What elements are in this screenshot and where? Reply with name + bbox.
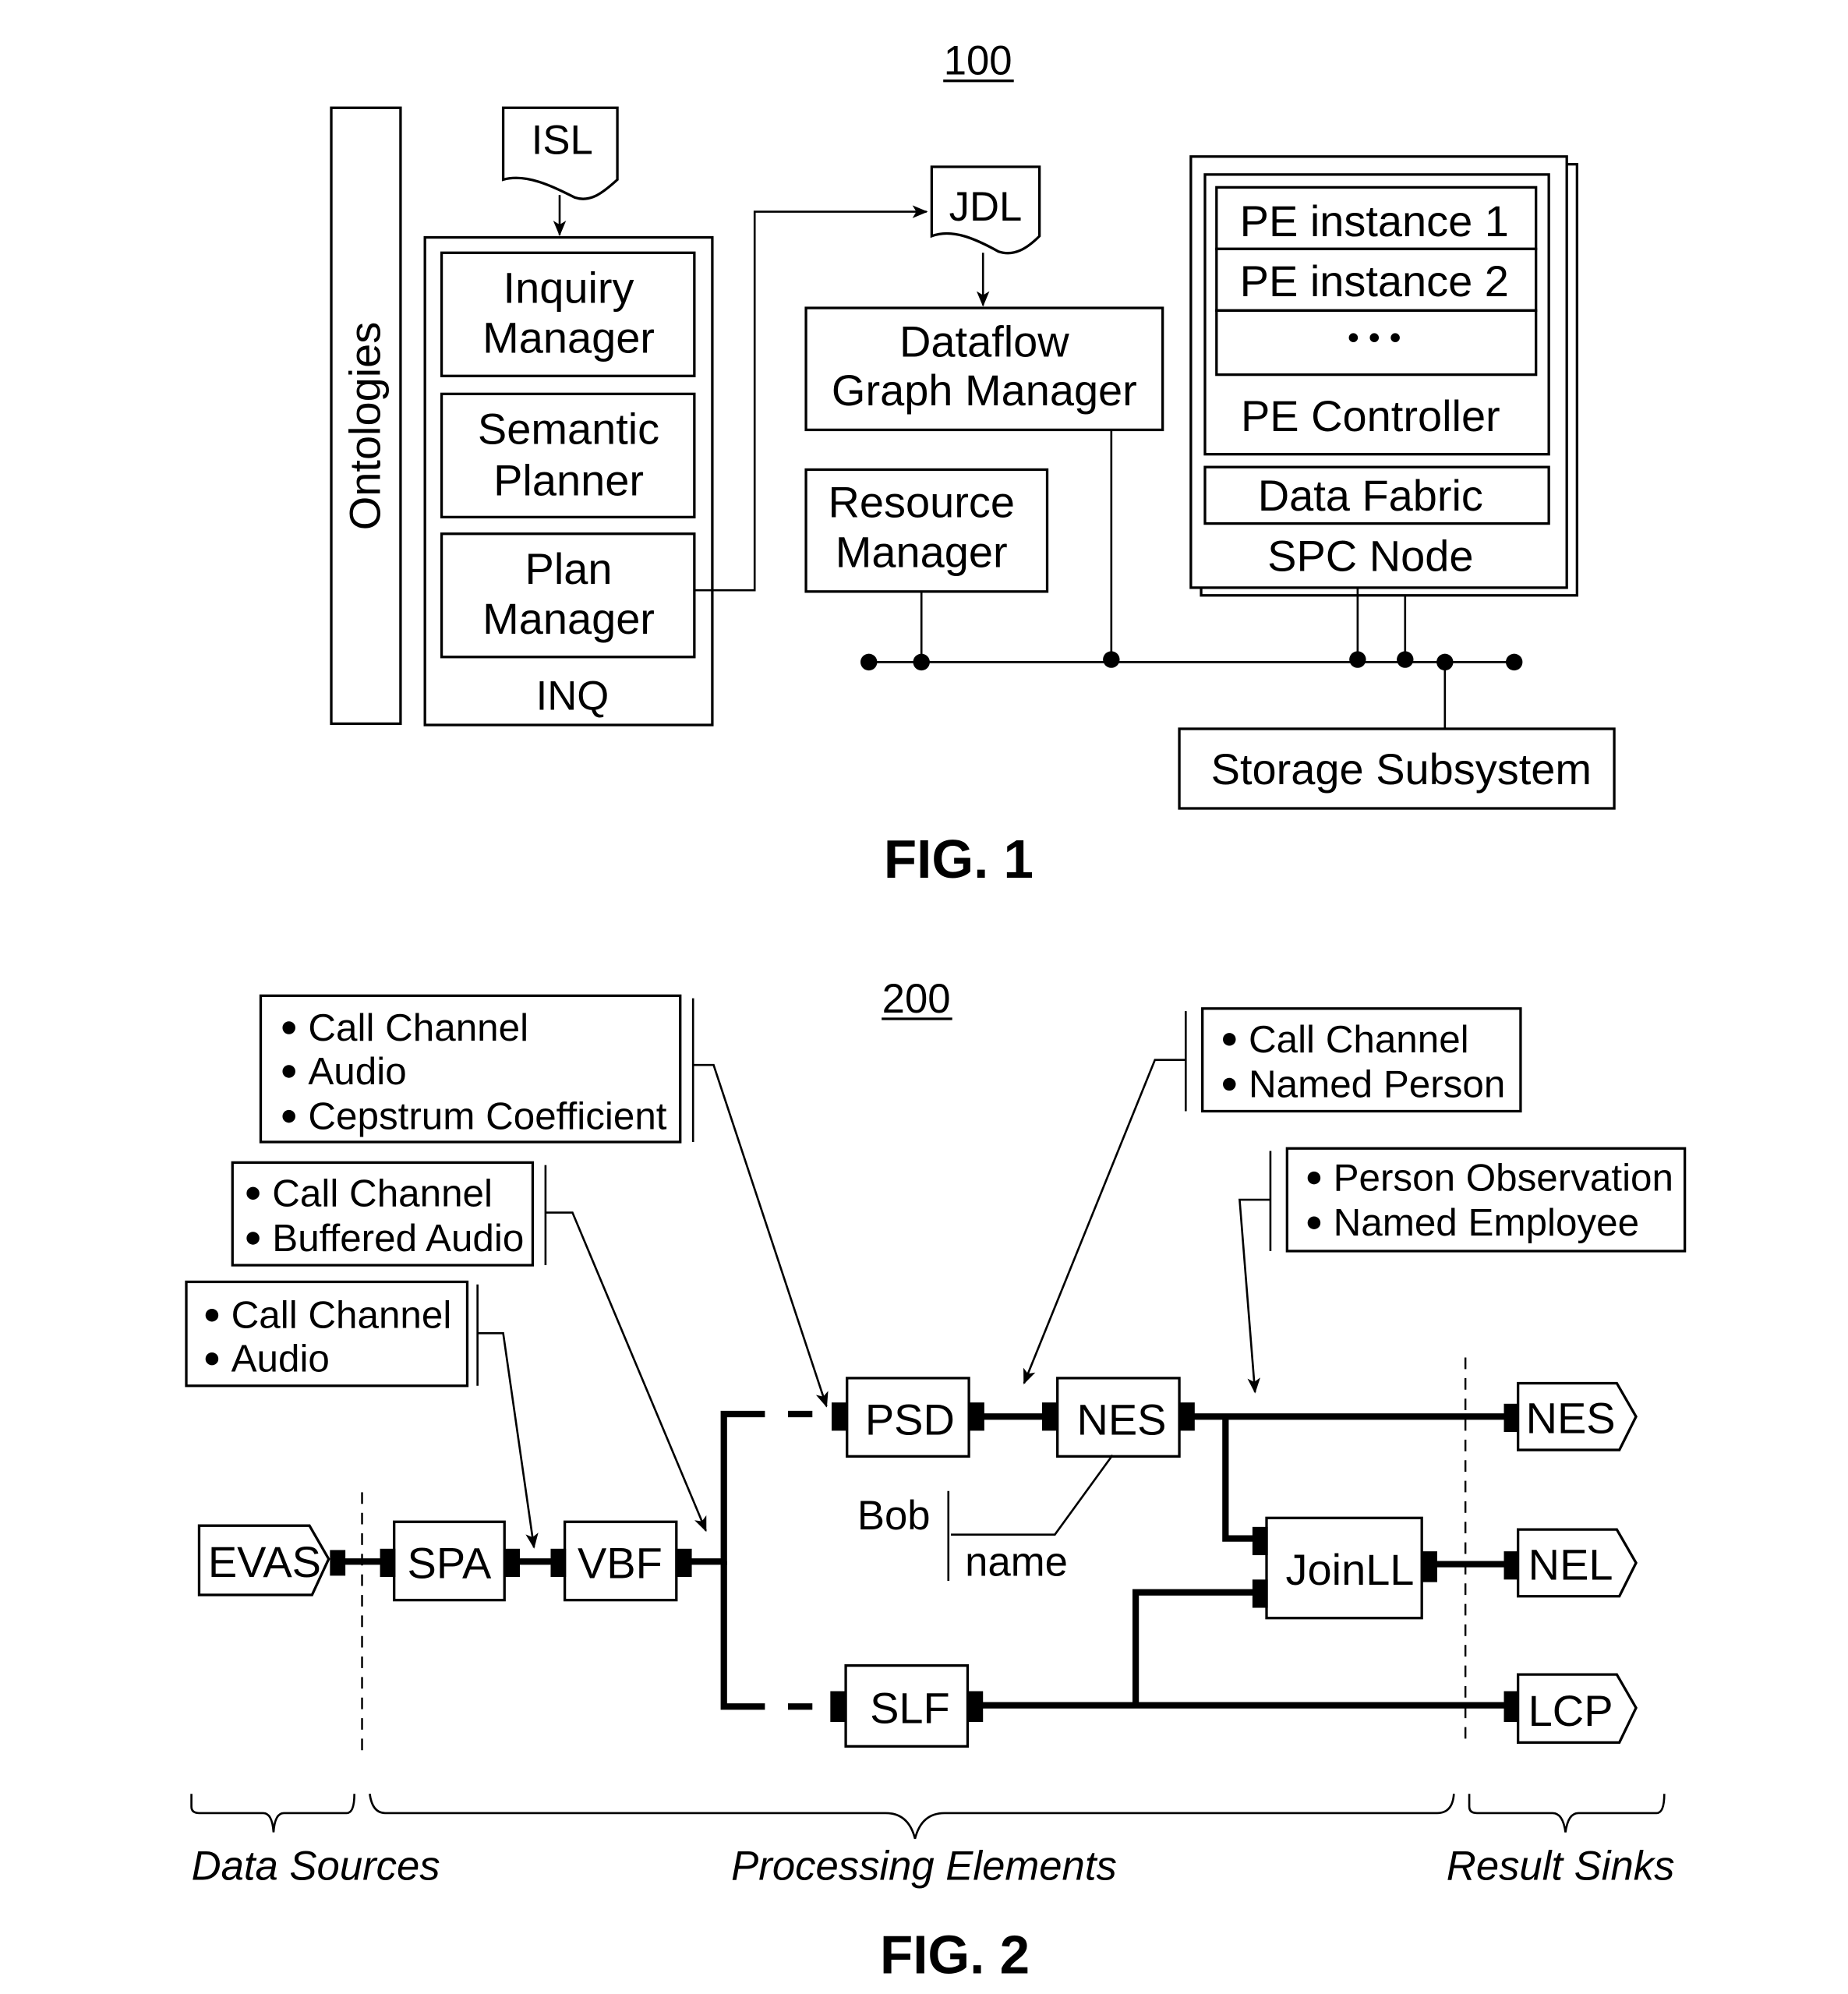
sink-label: NEL [1528,1540,1613,1589]
storage-subsystem-label: Storage Subsystem [1211,744,1592,794]
fig2: 200 Call Channel Audio Cepstrum Coeffici… [185,976,1687,1985]
jdl-label: JDL [949,184,1023,230]
name-label: name [965,1539,1068,1585]
pe-vbf: VBF [550,1520,692,1602]
dataflow-line2: Graph Manager [832,366,1137,415]
pe-label: PSD [865,1395,955,1444]
bus-node [1397,651,1414,668]
annotation-item: Buffered Audio [272,1217,524,1260]
fig1-ref-number: 100 [944,37,1012,83]
semantic-planner-line2: Planner [493,455,644,504]
ontologies-label: Ontologies [341,322,390,530]
patent-figures: 100 Ontologies ISL Inquiry Manager Seman… [185,37,1687,1985]
source-label: EVAS [208,1537,321,1586]
group-label-processing-elements: Processing Elements [731,1843,1117,1889]
semantic-planner-line1: Semantic [478,405,659,454]
sink-lcp: LCP [1503,1673,1638,1745]
plan-manager-line2: Manager [482,594,655,643]
group-label-result-sinks: Result Sinks [1447,1843,1675,1889]
annotation-item: Cepstrum Coefficient [308,1095,666,1138]
bus-node [1349,651,1366,668]
annotation-item: Audio [308,1050,406,1093]
brace-result-sinks [1468,1794,1666,1833]
sink-nes: NES [1503,1381,1638,1451]
bus-node [1505,653,1523,671]
pe-psd: PSD [831,1377,984,1458]
spc-node-label: SPC Node [1267,532,1473,581]
inq-label: INQ [536,673,610,719]
bus-node [1103,651,1120,668]
pe-label: NES [1076,1395,1166,1444]
plan-manager-line1: Plan [525,544,613,593]
isl-label: ISL [532,118,593,164]
pe-label: SLF [870,1684,950,1733]
dataflow-line1: Dataflow [899,317,1069,366]
spc-node: PE instance 1 PE instance 2 • • • PE Con… [1189,155,1578,597]
sink-label: NES [1526,1394,1616,1443]
fig2-caption: FIG. 2 [880,1925,1030,1985]
pe-spa: SPA [380,1520,520,1602]
annotation-item: Call Channel [1249,1018,1469,1061]
annotation-item: Person Observation [1334,1157,1673,1200]
brace-processing-elements [369,1794,1455,1840]
pe-controller-label: PE Controller [1241,391,1500,440]
fig1-caption: FIG. 1 [884,829,1034,889]
pe-label: VBF [578,1539,663,1588]
annotation-item: Named Employee [1334,1201,1639,1244]
pe-nes: NES [1041,1377,1195,1458]
source-evas: EVAS [197,1524,346,1596]
pe-instance-2-label: PE instance 2 [1240,256,1509,306]
resource-manager-line1: Resource [828,477,1014,526]
pe-instance-ellipsis: • • • [1348,320,1401,357]
pe-joinll: JoinLL [1252,1516,1437,1620]
annotation-item: Call Channel [272,1172,493,1214]
annotation-item: Call Channel [231,1294,452,1337]
brace-data-sources [190,1794,355,1833]
fig1: 100 Ontologies ISL Inquiry Manager Seman… [330,37,1616,889]
annotation-item: Call Channel [308,1006,528,1049]
annotation-audio: Call Channel Audio [185,1280,539,1549]
pe-instance-1-label: PE instance 1 [1240,196,1509,246]
bob-label: Bob [857,1493,931,1539]
annotation-employee: Person Observation Named Employee [1238,1147,1687,1394]
data-fabric-label: Data Fabric [1258,471,1483,520]
pe-slf: SLF [830,1663,984,1748]
bus-node [1436,653,1454,671]
fig2-ref-number: 200 [882,976,951,1022]
resource-manager-line2: Manager [836,528,1008,577]
bus-node [913,653,930,671]
pe-label: SPA [408,1539,492,1588]
annotation-item: Audio [231,1338,330,1381]
annotation-item: Named Person [1249,1062,1505,1105]
pe-label: JoinLL [1286,1545,1415,1594]
sink-label: LCP [1528,1686,1613,1735]
inquiry-manager-line1: Inquiry [504,263,634,312]
bus-node [860,653,878,671]
group-label-data-sources: Data Sources [192,1843,440,1889]
name-leader-line [951,1454,1114,1536]
inquiry-manager-line2: Manager [482,313,655,362]
sink-nel: NEL [1503,1528,1638,1598]
